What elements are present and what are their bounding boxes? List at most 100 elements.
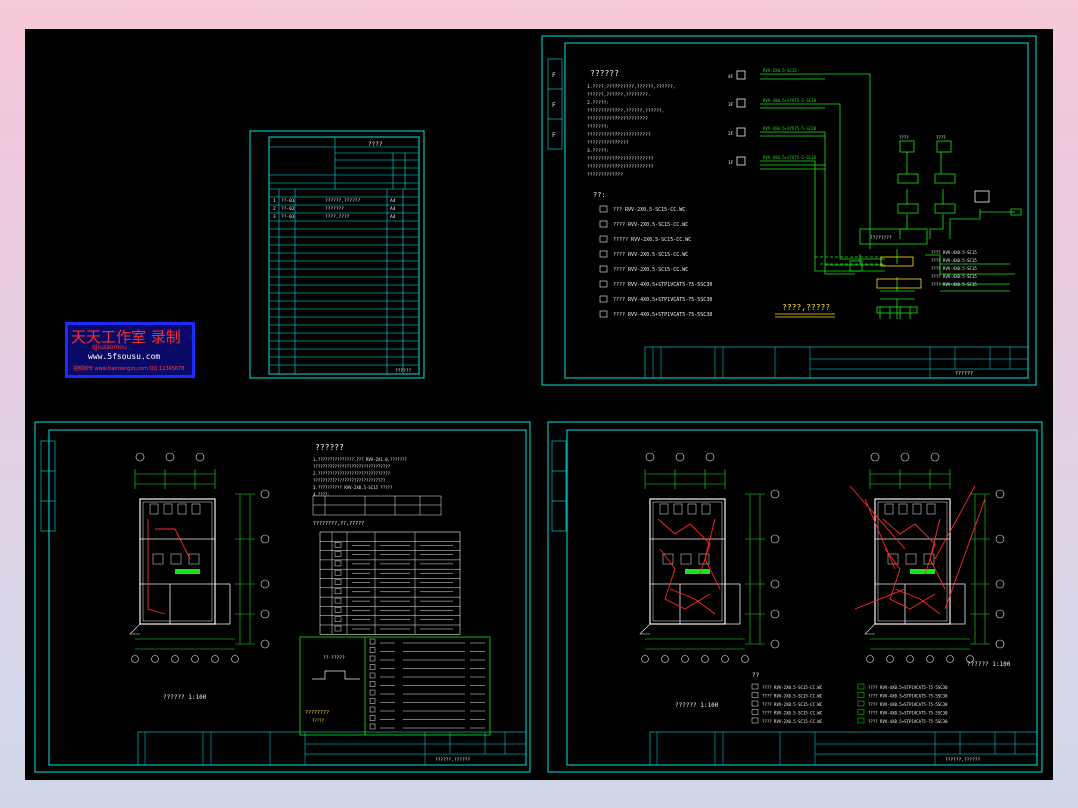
system-cable-labels: RVV-2X0.5-SC15 RVV-4X0.5+SYV75-5-SC30 RVV-… [763,68,817,160]
device-symbol-icon [334,551,342,557]
plan1-note-line: 1.???????????????,??? RVV-2X1.0,??????? [313,457,408,462]
plan2-legend-item: ???? RVV-2X0.5-SC15-CC.WC [762,685,823,690]
legend-symbol-icon [751,683,759,690]
plan2-legend-item: ???? RVV-2X0.5-SC15-CC.WC [762,719,823,724]
legend-symbol-icon [599,220,608,228]
device-symbol-icon [334,542,342,548]
list-row-1-name: ??????,?????? [325,198,361,204]
system-note-line: ?????????????,??????,??????, [587,108,664,114]
legend-symbol-icon [369,706,376,713]
riser-label: ???? RVV-4X0.5-SC15 [931,282,977,287]
legend-symbol-icon [599,310,608,318]
system-notes: 1.????,??????????,??????,??????, ??????,… [587,84,676,178]
legend-symbol-icon [599,235,608,243]
plan1-sheet-name: ??????,?????? [435,757,471,763]
system-notes-heading: ?????? [590,69,619,78]
system-sheet-name: ?????? [955,371,973,377]
plan1-notes: 1.???????????????,??? RVV-2X1.0,??????? … [313,457,408,497]
device-symbol-icon [334,607,342,613]
cad-model-space[interactable]: ???? 1 ??-01 ??????,?????? A4 2 ??-02 ??… [25,29,1053,780]
legend-symbol-icon [369,647,376,653]
riser-label: ???? RVV-4X0.5-SC15 [931,250,977,255]
studio-watermark-logo: 天天工作室 录制 qjiuzaomou www.5fsousu.com 视频制作… [65,322,195,378]
system-legend-item: ???? RVV-2X0.5-SC15-CC.WC [613,252,688,258]
system-legend-item: ???? RVV-2X0.5-SC15-CC.WC [613,267,688,273]
device-symbol-icon [334,560,342,567]
cable-label: RVV-4X0.5+SYV75-5-SC30 [763,126,817,131]
legend-symbol-icon [369,672,376,679]
system-note-line: ??????????????? [587,140,629,146]
system-diagram-title: ????,????? [782,303,830,312]
system-note-line: ???????????????????????? [587,164,654,170]
system-diagram-sheet[interactable]: F F F ?????? 1.????,??????????,??????,??… [541,35,1037,386]
drawing-list-sheet[interactable]: ???? 1 ??-01 ??????,?????? A4 2 ??-02 ??… [249,130,425,379]
system-note-line: ???????: [587,124,609,130]
plan1-table-title: ????????,??,????? [313,521,364,527]
legend-symbol-icon [751,717,759,724]
list-row-2-name: ??????? [325,206,344,212]
plan2-title-block: ??????,?????? [649,731,1038,766]
system-legend-item: ????? RVV-2X0.5-SC15-CC.WC [613,237,691,243]
plan1-note-line: 2.?????????????????????????????? [313,471,391,476]
device-symbol-icon [334,569,342,576]
legend-symbol-icon [369,689,376,696]
watermark-footer: 视频制作 www.tiantiangzs.com QQ:12345678 [73,366,185,372]
svg-text:3F: 3F [728,102,734,108]
cable-label: RVV-4X0.5+SYV75-5-SC30 [763,155,817,160]
svg-text:F: F [552,72,556,79]
plan2-legend-item: ???? RVV-4X0.5+STP1VCAT5-75-5SC30 [868,685,948,690]
plan2-legend-item: ???? RVV-4X0.5+STP1VCAT5-75-5SC30 [868,702,948,707]
list-row-1-code: ??-01 [281,198,295,204]
plan1-notes-heading: ?????? [315,443,344,452]
list-row-2-size: A4 [390,206,396,212]
svg-text:????????: ???????? [870,235,892,241]
list-row-3-n: 3 [273,214,276,220]
list-stamp: ?????? [395,368,412,374]
list-row-1-n: 1 [273,198,276,204]
legend-symbol-icon [599,280,608,288]
list-row-2-code: ??-02 [281,206,295,212]
floor-plan-sheet-2[interactable]: ?????? 1:100 ?????? 1:100 ?? ???? RVV-2X… [547,421,1043,773]
cable-label: RVV-2X0.5-SC15 [763,68,797,73]
legend-symbol-icon [369,638,376,645]
watermark-url: www.5fsousu.com [88,352,161,361]
system-note-line: 2.?????: [587,100,609,106]
svg-text:2F: 2F [728,131,734,137]
plan1-caption: ?????? 1:100 [163,694,207,701]
plan1-note-line: ?????????????????????????????? [313,478,386,483]
legend-symbol-icon [857,709,865,715]
legend-symbol-icon [599,250,608,258]
drawing-list-title: ???? [368,141,383,148]
device-symbol-icon [334,625,342,632]
legend-symbol-icon [857,683,865,690]
system-legend-item: ??? RVV-2X0.5-SC15-CC.WC [613,207,685,213]
svg-text:4F: 4F [728,74,734,80]
svg-text:?????: ????? [312,718,325,723]
device-symbol-icon [334,616,342,622]
svg-text:F: F [552,132,556,139]
legend-symbol-icon [369,723,376,730]
plan1-note-line: ???????????????????????????????? [313,464,391,469]
svg-text:??-?????: ??-????? [323,655,345,661]
plan2-legend-item: ???? RVV-2X0.5-SC15-CC.WC [762,694,823,699]
plan2-caption-2: ?????? 1:100 [967,661,1011,668]
legend-symbol-icon [599,205,608,213]
system-devices: ???????? ???? ???? 4F 3F 2F 1F [728,70,1022,314]
plan2-sheet-name: ??????,?????? [945,757,981,763]
svg-text:1F: 1F [728,160,734,166]
device-symbol-icon [334,579,342,585]
plan2-legend-item: ???? RVV-4X0.5+STP1VCAT5-75-5SC30 [868,719,948,724]
system-note-line: ????????????? [587,172,623,178]
legend-symbol-icon [751,692,759,698]
riser-label: ???? RVV-4X0.5-SC15 [931,258,977,263]
legend-symbol-icon [369,681,376,687]
list-row-2-n: 2 [273,206,276,212]
plan2-legend-title: ?? [752,672,760,679]
plan2-legend: ???? RVV-2X0.5-SC15-CC.WC ???? RVV-2X0.5-… [751,683,948,724]
legend-symbol-icon [599,265,608,273]
floor-plan-sheet-1[interactable]: ?????? 1.???????????????,??? RVV-2X1.0,?… [34,421,531,773]
system-legend-item: ???? RVV-4X0.5+STP1VCAT5-75-5SC30 [613,312,712,318]
svg-text:????: ???? [936,135,946,140]
floor-plan-2b [849,452,1005,663]
list-row-1-size: A4 [390,198,396,204]
